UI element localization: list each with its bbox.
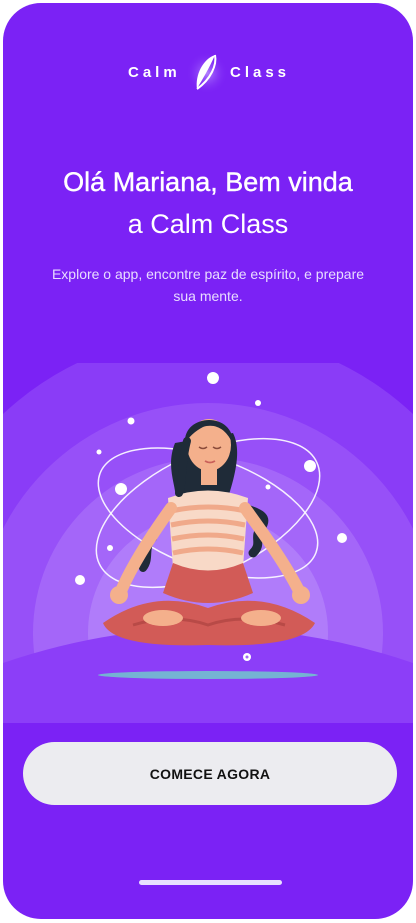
logo-word-right: Class bbox=[230, 64, 291, 81]
welcome-description: Explore o app, encontre paz de espírito,… bbox=[51, 266, 365, 304]
phone-screen: Calm Class Olá Mariana, Bem vinda a Calm… bbox=[3, 3, 413, 919]
start-now-button[interactable]: COMECE AGORA bbox=[23, 742, 397, 805]
welcome-title: Olá Mariana, Bem vinda bbox=[63, 167, 353, 197]
logo-mark-icon bbox=[186, 52, 228, 94]
meditating-woman-illustration bbox=[3, 363, 413, 723]
app-logo: Calm Class bbox=[3, 51, 413, 95]
home-indicator[interactable] bbox=[139, 880, 282, 885]
logo-word-left: Calm bbox=[128, 64, 181, 81]
welcome-subtitle-title: a Calm Class bbox=[127, 209, 289, 239]
